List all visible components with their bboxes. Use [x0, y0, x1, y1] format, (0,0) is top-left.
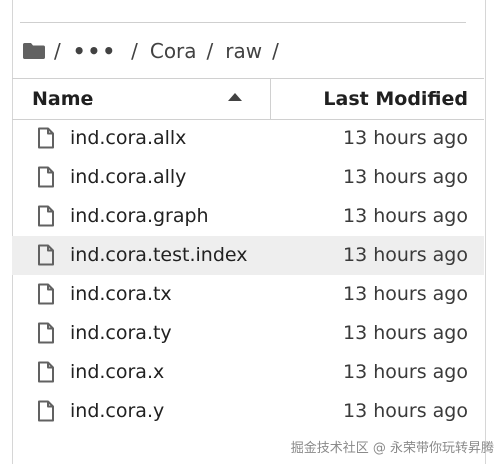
file-name: ind.cora.x [70, 361, 165, 383]
file-name: ind.cora.allx [70, 127, 187, 149]
file-modified: 13 hours ago [342, 127, 468, 149]
file-name: ind.cora.y [70, 400, 165, 422]
file-icon [38, 400, 54, 422]
file-modified: 13 hours ago [342, 166, 468, 188]
file-icon [38, 322, 54, 344]
file-row[interactable]: ind.cora.allx 13 hours ago [12, 119, 484, 158]
watermark-text: 掘金技术社区 @ 永荣带你玩转昇腾 [290, 441, 494, 456]
file-row[interactable]: ind.cora.x 13 hours ago [12, 353, 484, 392]
file-modified: 13 hours ago [342, 361, 468, 383]
file-name: ind.cora.tx [70, 283, 172, 305]
file-row[interactable]: ind.cora.ally 13 hours ago [12, 158, 484, 197]
file-row[interactable]: ind.cora.tx 13 hours ago [12, 275, 484, 314]
column-header-name[interactable]: Name [32, 79, 93, 119]
file-modified: 13 hours ago [342, 283, 468, 305]
file-name: ind.cora.test.index [70, 244, 248, 266]
file-row[interactable]: ind.cora.ty 13 hours ago [12, 314, 484, 353]
file-icon [38, 166, 54, 188]
file-row-highlighted[interactable]: ind.cora.test.index 13 hours ago [12, 236, 484, 275]
breadcrumb-segment-raw[interactable]: raw [225, 39, 262, 63]
breadcrumb-segment-cora[interactable]: Cora [150, 39, 197, 63]
column-header-last-modified[interactable]: Last Modified [323, 79, 468, 119]
file-icon [38, 244, 54, 266]
breadcrumb: / ••• / Cora / raw / [22, 36, 291, 66]
file-row[interactable]: ind.cora.y 13 hours ago [12, 392, 484, 431]
sort-ascending-icon[interactable] [228, 93, 242, 101]
file-list: ind.cora.allx 13 hours ago ind.cora.ally… [12, 119, 484, 431]
file-icon [38, 127, 54, 149]
file-icon [38, 361, 54, 383]
column-divider[interactable] [270, 79, 271, 119]
file-modified: 13 hours ago [342, 322, 468, 344]
file-icon [38, 283, 54, 305]
folder-icon[interactable] [22, 42, 46, 60]
file-modified: 13 hours ago [342, 244, 468, 266]
breadcrumb-separator: / [272, 39, 279, 63]
toolbar-strip [20, 0, 466, 23]
breadcrumb-ellipsis[interactable]: ••• [73, 39, 117, 63]
file-list-header: Name Last Modified [12, 78, 484, 120]
file-modified: 13 hours ago [342, 205, 468, 227]
breadcrumb-separator: / [206, 39, 214, 63]
breadcrumb-separator: / [131, 39, 138, 63]
file-icon [38, 205, 54, 227]
breadcrumb-separator: / [54, 39, 61, 63]
file-name: ind.cora.graph [70, 205, 209, 227]
file-row[interactable]: ind.cora.graph 13 hours ago [12, 197, 484, 236]
file-modified: 13 hours ago [342, 400, 468, 422]
file-name: ind.cora.ty [70, 322, 172, 344]
file-name: ind.cora.ally [70, 166, 187, 188]
